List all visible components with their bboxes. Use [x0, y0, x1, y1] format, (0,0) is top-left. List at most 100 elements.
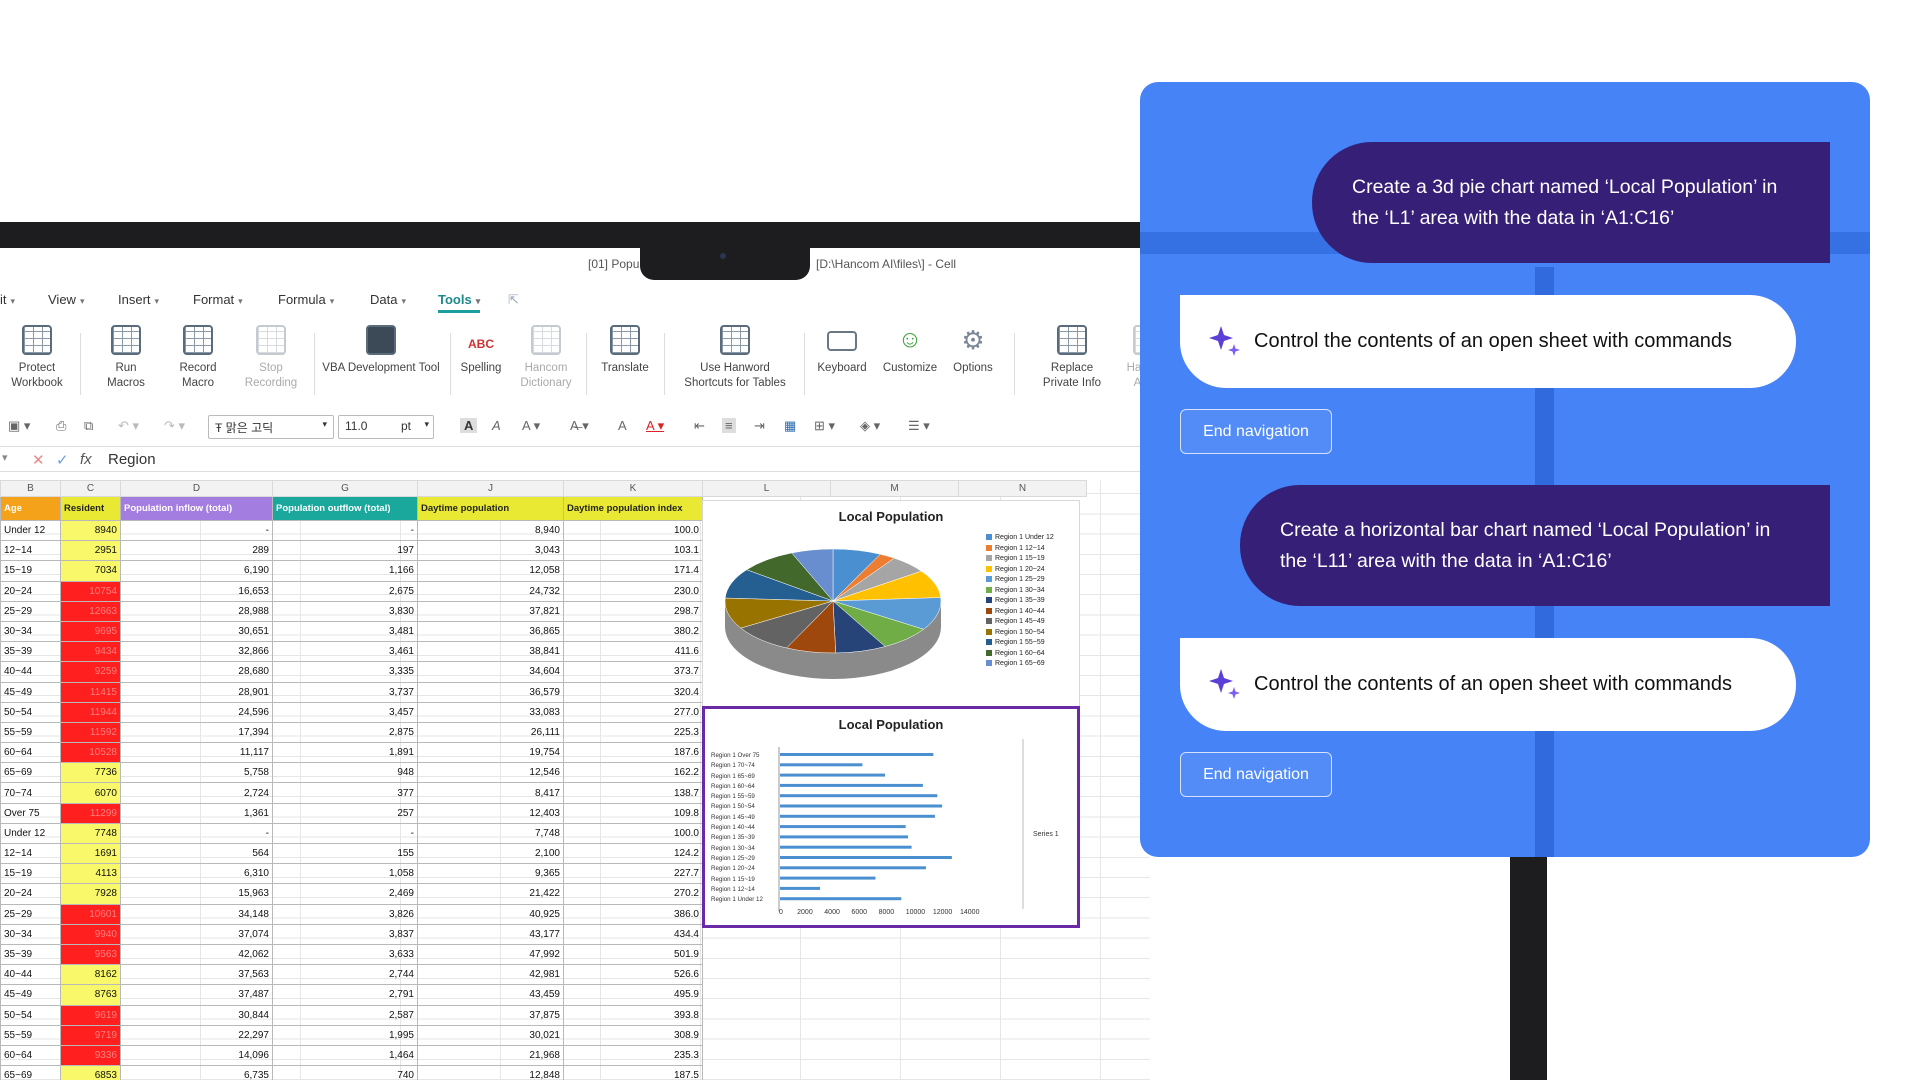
table-cell[interactable]: 7748 [60, 822, 121, 845]
table-cell[interactable]: 1,464 [272, 1044, 418, 1067]
table-cell[interactable]: 40,925 [417, 903, 564, 925]
table-cell[interactable]: 277.0 [563, 701, 703, 723]
bar[interactable] [780, 804, 943, 808]
end-navigation-button[interactable]: End navigation [1180, 409, 1332, 454]
table-cell[interactable]: 2,875 [272, 721, 418, 744]
table-cell[interactable]: 162.2 [563, 762, 703, 784]
table-cell[interactable]: 11592 [60, 721, 121, 744]
table-cell[interactable]: 37,821 [417, 600, 564, 622]
font-style-icon[interactable]: A ▾ [522, 418, 540, 434]
table-cell[interactable]: 9695 [60, 620, 121, 643]
table-cell[interactable]: 411.6 [563, 641, 703, 663]
table-cell[interactable]: 2951 [60, 540, 121, 562]
table-cell[interactable]: 9,365 [417, 863, 564, 885]
table-cell[interactable]: 308.9 [563, 1024, 703, 1046]
table-cell[interactable]: 3,457 [272, 701, 418, 723]
confirm-icon[interactable]: ✓ [56, 451, 69, 469]
table-cell[interactable]: 1,361 [120, 802, 273, 824]
column-header[interactable]: J [417, 480, 564, 497]
table-cell[interactable]: 6,735 [120, 1065, 273, 1080]
table-cell[interactable]: 15,963 [120, 883, 273, 905]
table-cell[interactable]: 37,487 [120, 984, 273, 1006]
table-cell[interactable]: 2,744 [272, 964, 418, 986]
table-cell[interactable]: 12,848 [417, 1065, 564, 1080]
bar[interactable] [780, 763, 863, 767]
table-cell[interactable]: 11944 [60, 701, 121, 723]
table-cell[interactable]: Over 75 [0, 802, 61, 824]
table-cell[interactable]: 564 [120, 842, 273, 865]
table-cell[interactable]: 9336 [60, 1044, 121, 1067]
align-left-icon[interactable]: ⇤ [694, 418, 705, 434]
table-cell[interactable]: 501.9 [563, 943, 703, 966]
table-cell[interactable]: 11299 [60, 802, 121, 824]
column-header[interactable]: N [958, 480, 1087, 497]
table-cell[interactable]: - [120, 822, 273, 845]
bar[interactable] [780, 835, 909, 839]
table-cell[interactable]: 526.6 [563, 964, 703, 986]
header-cell[interactable]: Daytime population index [563, 496, 703, 521]
table-cell[interactable]: 30,844 [120, 1004, 273, 1026]
fill-color-icon[interactable]: ◈ ▾ [860, 418, 880, 434]
table-cell[interactable]: - [120, 519, 273, 542]
bar[interactable] [780, 753, 934, 756]
align-center-icon[interactable]: ≡ [722, 418, 736, 433]
font-size-stepper[interactable]: 11.0 pt ▾ [338, 415, 434, 439]
table-cell[interactable]: 11,117 [120, 742, 273, 764]
bar[interactable] [780, 773, 885, 777]
table-cell[interactable]: 1,995 [272, 1024, 418, 1046]
table-cell[interactable]: 22,297 [120, 1024, 273, 1046]
table-cell[interactable]: 9940 [60, 923, 121, 945]
table-cell[interactable]: 2,469 [272, 883, 418, 905]
table-cell[interactable]: 19,754 [417, 742, 564, 764]
table-cell[interactable]: 37,563 [120, 964, 273, 986]
bar[interactable] [780, 856, 952, 859]
table-cell[interactable]: 3,043 [417, 540, 564, 562]
font-color-icon[interactable]: A ▾ [646, 418, 664, 434]
table-cell[interactable]: 35~39 [0, 943, 61, 966]
table-cell[interactable]: 21,968 [417, 1044, 564, 1067]
table-cell[interactable]: Under 12 [0, 519, 61, 542]
table-cell[interactable]: 9619 [60, 1004, 121, 1026]
header-cell[interactable]: Resident [60, 496, 121, 521]
table-cell[interactable]: 9434 [60, 641, 121, 663]
table-cell[interactable]: 3,830 [272, 600, 418, 622]
table-cell[interactable]: 45~49 [0, 984, 61, 1006]
table-cell[interactable]: 42,062 [120, 943, 273, 966]
table-cell[interactable]: 40~44 [0, 661, 61, 683]
table-cell[interactable]: 12663 [60, 600, 121, 622]
table-cell[interactable]: 197 [272, 540, 418, 562]
header-cell[interactable]: Age [0, 496, 61, 521]
table-cell[interactable]: 7736 [60, 762, 121, 784]
align-right-icon[interactable]: ⇥ [754, 418, 765, 434]
table-cell[interactable]: 2,587 [272, 1004, 418, 1026]
table-cell[interactable]: 289 [120, 540, 273, 562]
protect-workbook-button[interactable]: Protect Workbook [6, 323, 68, 391]
table-cell[interactable]: 2,791 [272, 984, 418, 1006]
table-cell[interactable]: 434.4 [563, 923, 703, 945]
column-header[interactable]: L [702, 480, 831, 497]
table-cell[interactable]: 171.4 [563, 560, 703, 582]
bar[interactable] [780, 845, 912, 849]
preview-icon[interactable]: ⧉ [84, 418, 93, 434]
customize-button[interactable]: ☺ Customize [878, 323, 942, 376]
table-cell[interactable]: 100.0 [563, 519, 703, 542]
table-cell[interactable]: 1,058 [272, 863, 418, 885]
menu-format[interactable]: Format ▾ [193, 292, 243, 307]
table-cell[interactable]: 3,335 [272, 661, 418, 683]
table-cell[interactable]: 257 [272, 802, 418, 824]
table-cell[interactable]: 65~69 [0, 1065, 61, 1080]
table-cell[interactable]: 5,758 [120, 762, 273, 784]
table-cell[interactable]: 20~24 [0, 883, 61, 905]
table-cell[interactable]: 377 [272, 782, 418, 804]
table-cell[interactable]: 12,058 [417, 560, 564, 582]
menu-formula[interactable]: Formula ▾ [278, 292, 334, 307]
translate-button[interactable]: Translate [596, 323, 654, 376]
table-cell[interactable]: 30,651 [120, 620, 273, 643]
table-cell[interactable]: 55~59 [0, 1024, 61, 1046]
hanword-shortcuts-button[interactable]: Use Hanword Shortcuts for Tables [676, 323, 794, 391]
table-cell[interactable]: 3,481 [272, 620, 418, 643]
bar[interactable] [780, 897, 902, 901]
table-cell[interactable]: 3,461 [272, 641, 418, 663]
table-cell[interactable]: 28,988 [120, 600, 273, 622]
table-cell[interactable]: 24,732 [417, 580, 564, 602]
